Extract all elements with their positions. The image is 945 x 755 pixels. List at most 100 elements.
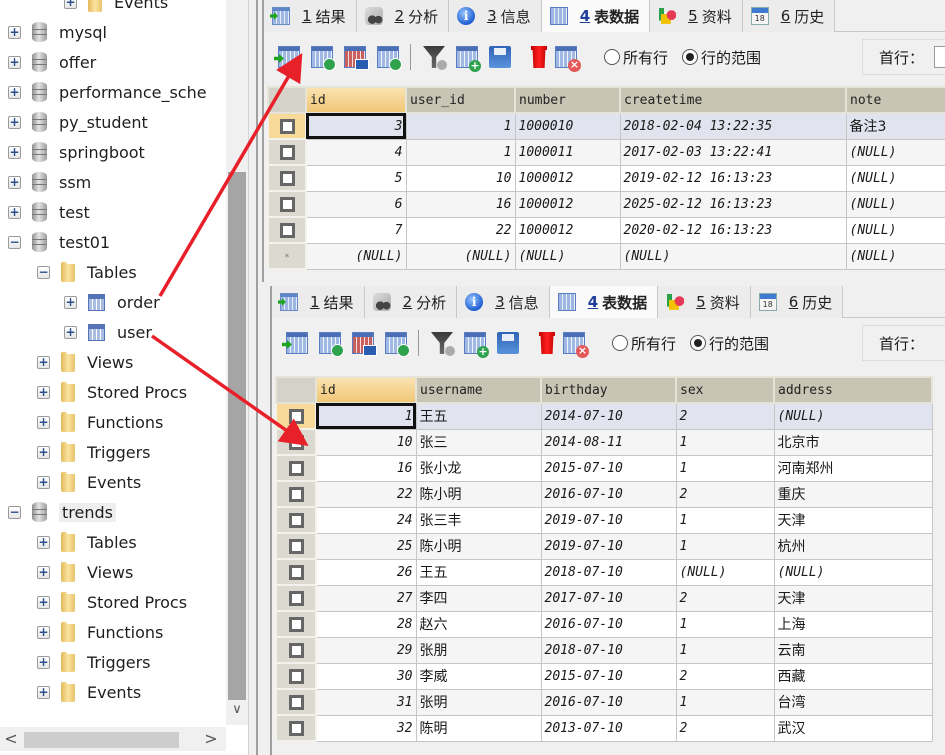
cell-number[interactable]: 1000012 (514, 164, 621, 192)
row-selector[interactable] (267, 112, 307, 140)
table-row[interactable]: 10 张三 2014-08-11 1 北京市 (275, 428, 933, 456)
radio-label[interactable]: 行的范围 (701, 47, 761, 68)
row-selector[interactable] (275, 428, 317, 456)
cell-id[interactable]: 29 (315, 636, 417, 664)
tree-item-views[interactable]: + Views (37, 347, 133, 377)
cell-note[interactable]: (NULL) (845, 164, 945, 192)
cell-note[interactable]: (NULL) (845, 216, 945, 244)
cell-user-id[interactable]: 22 (405, 216, 516, 244)
cell-username[interactable]: 陈小明 (415, 532, 542, 560)
cell-id[interactable]: (NULL) (305, 242, 407, 270)
column-header-id[interactable]: id (305, 86, 407, 114)
cell-note[interactable]: 备注3 (845, 112, 945, 140)
tab-info[interactable]: 3信息 (449, 0, 542, 32)
cell-address[interactable]: 杭州 (773, 532, 933, 560)
tree-item-test01[interactable]: − test01 (8, 227, 110, 257)
cell-sex[interactable]: 2 (675, 662, 775, 690)
radio-label[interactable]: 所有行 (623, 47, 668, 68)
cell-birthday[interactable]: 2017-07-10 (540, 584, 677, 612)
cell-username[interactable]: 李四 (415, 584, 542, 612)
expand-icon[interactable]: + (37, 595, 50, 609)
table-row[interactable]: 26 王五 2018-07-10 (NULL) (NULL) (275, 558, 933, 586)
row-selector[interactable] (275, 558, 317, 586)
cell-createtime[interactable]: 2025-02-12 16:13:23 (619, 190, 847, 218)
row-selector[interactable] (275, 688, 317, 716)
row-selector[interactable] (267, 216, 307, 244)
column-header-user-id[interactable]: user_id (405, 86, 516, 114)
expand-icon[interactable]: + (37, 535, 50, 549)
tree-item-performance-sche[interactable]: + performance_sche (8, 77, 207, 107)
cell-address[interactable]: 天津 (773, 506, 933, 534)
cell-id[interactable]: 27 (315, 584, 417, 612)
cell-address[interactable]: 上海 (773, 610, 933, 638)
tree-item-py-student[interactable]: + py_student (8, 107, 148, 137)
cell-username[interactable]: 王五 (415, 402, 542, 430)
expand-icon[interactable]: + (37, 565, 50, 579)
tree-item-ssm[interactable]: + ssm (8, 167, 91, 197)
tree-item-stored-procs[interactable]: + Stored Procs (37, 587, 187, 617)
cell-address[interactable]: (NULL) (773, 558, 933, 586)
table-row[interactable]: 4 1 1000011 2017-02-03 13:22:41 (NULL) (267, 138, 945, 166)
expand-icon[interactable]: + (8, 175, 21, 189)
tree-item-springboot[interactable]: + springboot (8, 137, 145, 167)
cell-id[interactable]: 30 (315, 662, 417, 690)
expand-icon[interactable]: + (37, 415, 50, 429)
cell-username[interactable]: 王五 (415, 558, 542, 586)
cell-note[interactable]: (NULL) (845, 190, 945, 218)
tab-result[interactable]: 1 结果 (264, 0, 357, 32)
expand-icon[interactable]: + (64, 0, 77, 9)
tree-item-test[interactable]: + test (8, 197, 90, 227)
cell-address[interactable]: 重庆 (773, 480, 933, 508)
column-header-birthday[interactable]: birthday (540, 376, 677, 404)
cell-username[interactable]: 张小龙 (415, 454, 542, 482)
expand-icon[interactable]: + (37, 355, 50, 369)
radio-label[interactable]: 行的范围 (709, 333, 769, 354)
cell-createtime[interactable]: 2019-02-12 16:13:23 (619, 164, 847, 192)
cell-user-id[interactable]: 10 (405, 164, 516, 192)
column-header-createtime[interactable]: createtime (619, 86, 847, 114)
cell-birthday[interactable]: 2016-07-10 (540, 480, 677, 508)
tab-info[interactable]: 3信息 (457, 286, 550, 318)
row-selector[interactable] (275, 714, 317, 742)
cell-sex[interactable]: 1 (675, 454, 775, 482)
tree-horizontal-scroll-thumb[interactable] (24, 732, 179, 748)
table-row[interactable]: 25 陈小明 2019-07-10 1 杭州 (275, 532, 933, 560)
scroll-right-icon[interactable]: > (200, 727, 222, 751)
import-button[interactable] (278, 46, 300, 68)
tree-item-user[interactable]: + user (64, 317, 152, 347)
tab-history[interactable]: 18 6 历史 (742, 0, 836, 32)
tree-item-stored-procs[interactable]: + Stored Procs (37, 377, 187, 407)
row-selector[interactable] (275, 610, 317, 638)
row-checkbox[interactable] (288, 434, 304, 450)
tab-analyze[interactable]: 2 分析 (364, 286, 458, 318)
cell-number[interactable]: 1000012 (514, 190, 621, 218)
row-checkbox[interactable] (288, 668, 304, 684)
cell-user-id[interactable]: (NULL) (405, 242, 516, 270)
cell-sex[interactable]: 1 (675, 532, 775, 560)
tree-item-events[interactable]: + Events (37, 677, 141, 707)
cell-createtime[interactable]: 2020-02-12 16:13:23 (619, 216, 847, 244)
cell-sex[interactable]: 2 (675, 584, 775, 612)
tree-item-triggers[interactable]: + Triggers (37, 647, 151, 677)
tree-vertical-scroll-thumb[interactable] (228, 172, 246, 700)
cell-username[interactable]: 张朋 (415, 636, 542, 664)
expand-icon[interactable]: + (64, 295, 77, 309)
cell-address[interactable]: 北京市 (773, 428, 933, 456)
cell-username[interactable]: 李威 (415, 662, 542, 690)
cell-number[interactable]: (NULL) (514, 242, 621, 270)
row-selector[interactable] (275, 532, 317, 560)
cell-id[interactable]: 26 (315, 558, 417, 586)
row-selector[interactable] (275, 480, 317, 508)
cell-birthday[interactable]: 2015-07-10 (540, 662, 677, 690)
cell-username[interactable]: 张三丰 (415, 506, 542, 534)
grid-corner[interactable] (275, 376, 317, 404)
cell-sex[interactable]: 2 (675, 714, 775, 742)
duplicate-row-button[interactable] (377, 46, 402, 71)
column-header-number[interactable]: number (514, 86, 621, 114)
row-checkbox[interactable] (288, 460, 304, 476)
table-row[interactable]: 22 陈小明 2016-07-10 2 重庆 (275, 480, 933, 508)
radio-all-rows[interactable] (604, 49, 620, 65)
cell-id[interactable]: 24 (315, 506, 417, 534)
export-button[interactable] (344, 46, 369, 70)
cell-user-id[interactable]: 16 (405, 190, 516, 218)
